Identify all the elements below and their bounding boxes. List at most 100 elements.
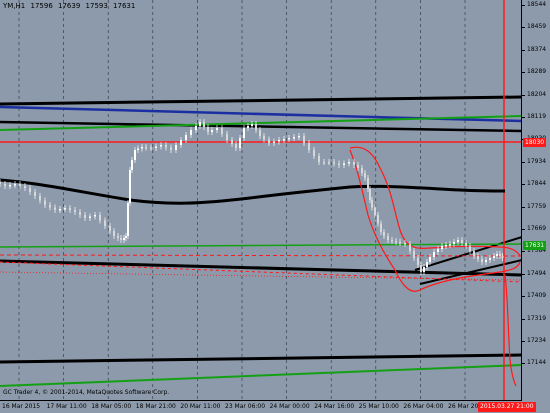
candle-body[interactable] (125, 236, 127, 238)
candle-body[interactable] (199, 122, 201, 126)
candle-body[interactable] (273, 141, 275, 144)
candle-body[interactable] (387, 236, 389, 240)
candle-body[interactable] (278, 140, 280, 142)
candle-body[interactable] (141, 147, 143, 149)
candle-body[interactable] (195, 126, 197, 130)
candle-body[interactable] (371, 200, 373, 208)
candle-body[interactable] (263, 136, 265, 140)
candle-body[interactable] (457, 240, 459, 242)
candle-body[interactable] (247, 126, 249, 128)
candle-body[interactable] (24, 186, 26, 188)
candle-body[interactable] (473, 251, 475, 256)
candle-body[interactable] (203, 122, 205, 127)
candle-body[interactable] (433, 252, 435, 257)
candle-body[interactable] (239, 138, 241, 148)
candle-body[interactable] (127, 203, 129, 236)
candle-body[interactable] (268, 139, 270, 144)
candle-body[interactable] (54, 207, 56, 211)
candle-body[interactable] (449, 244, 451, 246)
candle-body[interactable] (251, 124, 253, 126)
candle-body[interactable] (361, 168, 363, 173)
candle-body[interactable] (353, 162, 355, 165)
candle-body[interactable] (259, 130, 261, 136)
candle-body[interactable] (94, 215, 96, 217)
candle-body[interactable] (477, 256, 479, 259)
candle-body[interactable] (409, 244, 411, 251)
candle-body[interactable] (175, 145, 177, 150)
candle-body[interactable] (399, 242, 401, 244)
candle-body[interactable] (496, 254, 498, 256)
candle-body[interactable] (481, 259, 483, 262)
candle-body[interactable] (190, 130, 192, 135)
candle-body[interactable] (293, 137, 295, 139)
candle-body[interactable] (333, 162, 335, 164)
black-trend-lines[interactable] (0, 95, 522, 364)
candle-body[interactable] (383, 232, 385, 236)
candle-body[interactable] (429, 257, 431, 262)
candle-body[interactable] (423, 267, 425, 272)
candle-body[interactable] (489, 258, 491, 260)
candle-body[interactable] (123, 238, 125, 240)
candle-body[interactable] (493, 256, 495, 258)
candle-body[interactable] (59, 209, 61, 211)
candle-body[interactable] (79, 212, 81, 215)
candle-body[interactable] (235, 144, 237, 148)
candle-body[interactable] (131, 160, 133, 170)
candle-body[interactable] (318, 156, 320, 162)
candle-body[interactable] (328, 162, 330, 164)
candle-body[interactable] (165, 145, 167, 148)
candle-body[interactable] (445, 245, 447, 247)
candle-body[interactable] (104, 220, 106, 227)
candle-body[interactable] (453, 242, 455, 244)
candle-body[interactable] (150, 147, 152, 150)
candle-body[interactable] (137, 148, 139, 151)
candle-body[interactable] (391, 240, 393, 242)
candle-body[interactable] (288, 138, 290, 140)
candle-body[interactable] (84, 215, 86, 218)
candle-body[interactable] (243, 128, 245, 138)
candle-body[interactable] (49, 205, 51, 208)
candle-body[interactable] (226, 134, 228, 140)
chart-window[interactable]: YM,H1 17596 17639 17593 17631 GC Trader … (0, 0, 550, 413)
candle-body[interactable] (231, 140, 233, 144)
candle-body[interactable] (0, 182, 1, 184)
candle-body[interactable] (89, 216, 91, 219)
black-line-low[interactable] (0, 353, 522, 364)
candle-body[interactable] (69, 208, 71, 210)
candle-body[interactable] (4, 184, 6, 186)
candle-body[interactable] (437, 249, 439, 252)
green-line-low[interactable] (0, 364, 522, 387)
candle-body[interactable] (323, 162, 325, 164)
candle-body[interactable] (338, 163, 340, 166)
price-chart[interactable] (0, 0, 522, 401)
candle-body[interactable] (413, 251, 415, 258)
candle-body[interactable] (374, 207, 376, 216)
candle-body[interactable] (99, 215, 101, 221)
candle-body[interactable] (74, 210, 76, 212)
candle-body[interactable] (64, 208, 66, 210)
candle-body[interactable] (117, 236, 119, 238)
candle-body[interactable] (313, 150, 315, 156)
candle-body[interactable] (369, 189, 371, 200)
plot-area[interactable]: YM,H1 17596 17639 17593 17631 GC Trader … (0, 0, 522, 401)
candle-body[interactable] (348, 162, 350, 164)
candle-body[interactable] (207, 127, 209, 132)
candle-body[interactable] (113, 231, 115, 236)
candle-body[interactable] (364, 173, 366, 178)
green-trend-lines[interactable] (0, 115, 522, 387)
candle-body[interactable] (501, 256, 504, 258)
candle-body[interactable] (499, 254, 501, 256)
candle-body[interactable] (180, 140, 182, 145)
candle-body[interactable] (34, 192, 36, 196)
candle-body[interactable] (441, 246, 443, 249)
candle-body[interactable] (357, 165, 359, 168)
candle-body[interactable] (185, 135, 187, 140)
black-line-channel-upper[interactable] (414, 236, 522, 271)
candle-body[interactable] (145, 147, 147, 149)
candle-body[interactable] (283, 139, 285, 141)
candle-body[interactable] (308, 143, 310, 150)
candle-body[interactable] (465, 243, 467, 246)
candle-body[interactable] (417, 258, 419, 265)
candle-body[interactable] (170, 147, 172, 151)
candle-body[interactable] (377, 215, 379, 224)
